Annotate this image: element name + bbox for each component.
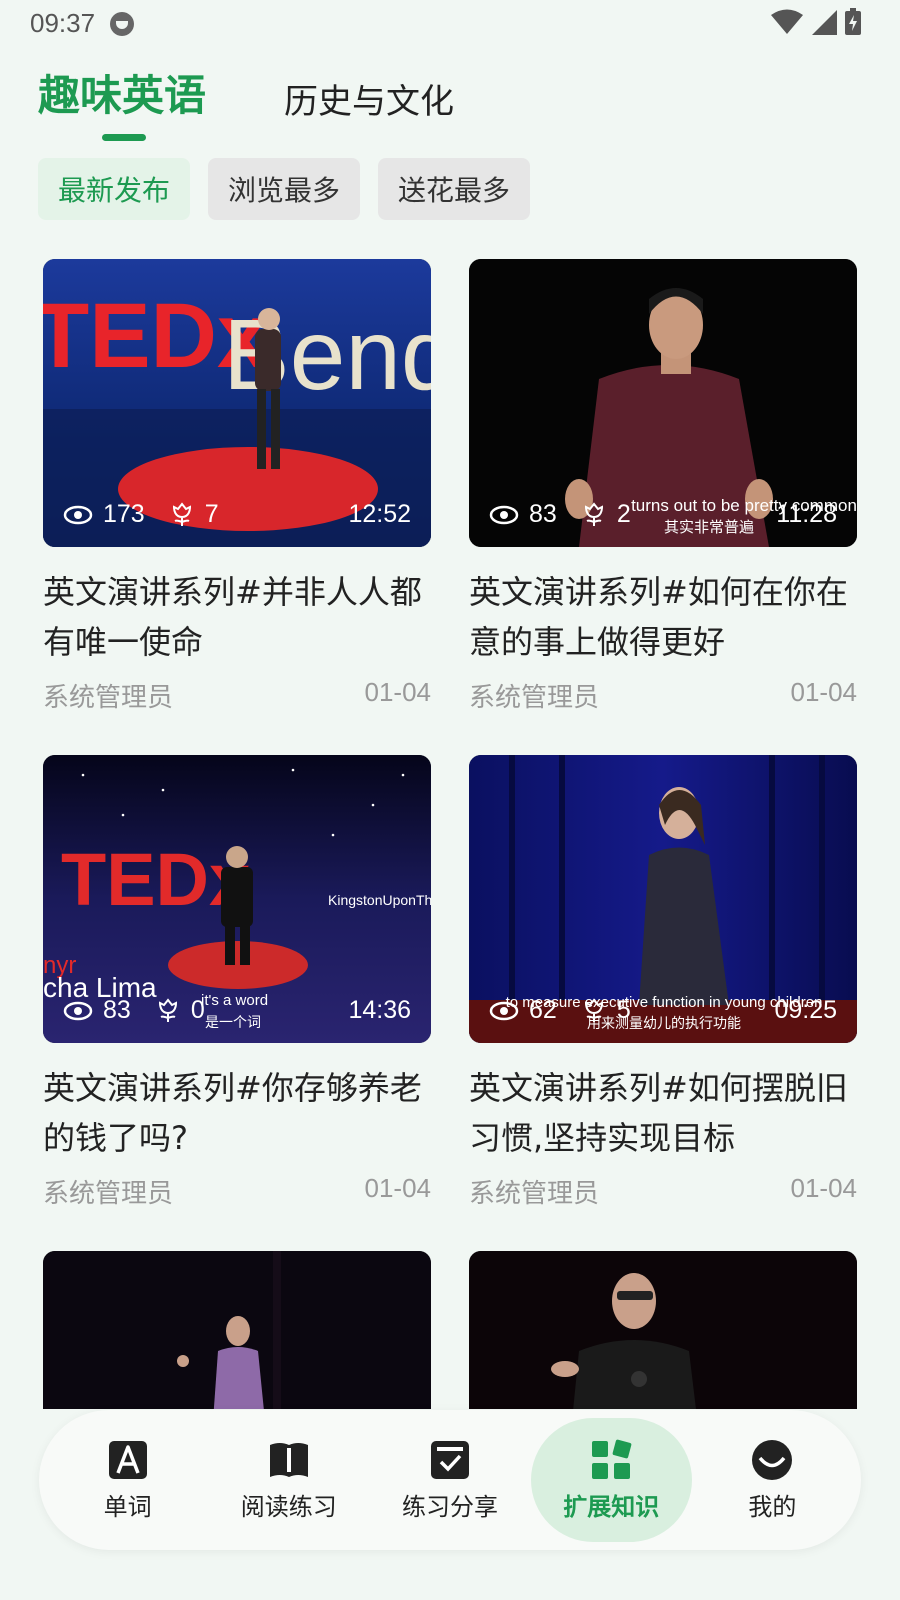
view-count: 62 — [529, 996, 557, 1024]
filter-latest[interactable]: 最新发布 — [38, 158, 191, 220]
video-author: 系统管理员 — [43, 1179, 174, 1209]
nav-reading-practice[interactable]: 阅读练习 — [208, 1418, 369, 1542]
nav-label: 我的 — [748, 1492, 797, 1521]
video-stats: 62 5 09:25 — [489, 996, 837, 1025]
video-thumbnail[interactable]: TEDx KingstonUponThames nyr cha Lima it'… — [43, 755, 431, 1043]
speaker-scene-image — [43, 1251, 431, 1409]
video-thumbnail[interactable] — [469, 1251, 857, 1409]
video-stats: 83 0 14:36 — [63, 996, 411, 1025]
video-thumbnail[interactable]: TEDx Bend 173 7 12:52 — [43, 259, 431, 547]
video-grid: TEDx Bend 173 7 12:52 英文演讲系列#并非人人都有唯一使命 … — [43, 259, 857, 1409]
video-card[interactable]: TEDx KingstonUponThames nyr cha Lima it'… — [43, 755, 431, 1210]
flower-count: 2 — [616, 500, 631, 528]
eye-icon — [63, 1001, 93, 1020]
filter-most-viewed[interactable]: 浏览最多 — [208, 158, 361, 220]
svg-text:Bend: Bend — [223, 299, 431, 411]
video-author: 系统管理员 — [469, 683, 600, 713]
video-card[interactable] — [469, 1251, 857, 1409]
video-card[interactable] — [43, 1251, 431, 1409]
flower-icon — [172, 501, 191, 526]
grid-blocks-icon — [592, 1439, 632, 1479]
video-meta: 系统管理员 01-04 — [43, 1173, 431, 1210]
active-tab-indicator — [102, 134, 146, 141]
eye-icon — [489, 505, 519, 524]
flower-count: 5 — [616, 996, 631, 1024]
video-meta: 系统管理员 01-04 — [469, 677, 857, 714]
svg-text:KingstonUponThames: KingstonUponThames — [328, 892, 431, 908]
view-count: 83 — [103, 996, 131, 1024]
eye-icon — [63, 505, 93, 524]
video-author: 系统管理员 — [469, 1179, 600, 1209]
video-card[interactable]: turns out to be pretty common 其实非常普遍 83 … — [469, 259, 857, 714]
nav-label: 阅读练习 — [240, 1492, 337, 1521]
speaker-scene-image — [469, 1251, 857, 1409]
status-time: 09:37 — [30, 8, 96, 38]
nav-label: 单词 — [103, 1492, 152, 1521]
nav-mine[interactable]: 我的 — [692, 1418, 853, 1542]
bottom-navigation: 单词 阅读练习 练习分享 扩展知识 我的 — [39, 1410, 861, 1550]
video-duration: 09:25 — [774, 996, 837, 1024]
flower-count: 0 — [190, 996, 205, 1024]
video-title[interactable]: 英文演讲系列#并非人人都有唯一使命 — [43, 567, 431, 667]
video-card[interactable]: to measure executive function in young c… — [469, 755, 857, 1210]
status-bar: 09:37 — [0, 0, 900, 46]
open-book-icon — [269, 1442, 308, 1477]
tab-fun-english[interactable]: 趣味英语 — [38, 62, 206, 123]
video-title[interactable]: 英文演讲系列#如何摆脱旧习惯,坚持实现目标 — [469, 1063, 857, 1163]
video-thumbnail[interactable] — [43, 1251, 431, 1409]
category-tabs: 趣味英语 历史与文化 — [38, 62, 454, 123]
video-title[interactable]: 英文演讲系列#如何在你在意的事上做得更好 — [469, 567, 857, 667]
letter-a-icon — [108, 1440, 147, 1479]
wifi-icon — [771, 9, 803, 34]
video-date: 01-04 — [790, 1173, 858, 1203]
flower-icon — [584, 997, 603, 1022]
video-thumbnail[interactable]: to measure executive function in young c… — [469, 755, 857, 1043]
sort-filters: 最新发布 浏览最多 送花最多 — [38, 158, 531, 220]
video-date: 01-04 — [790, 677, 858, 707]
video-thumbnail[interactable]: turns out to be pretty common 其实非常普遍 83 … — [469, 259, 857, 547]
video-duration: 14:36 — [348, 996, 411, 1024]
nav-words[interactable]: 单词 — [47, 1418, 208, 1542]
video-meta: 系统管理员 01-04 — [469, 1173, 857, 1210]
video-stats: 173 7 12:52 — [63, 500, 411, 529]
signal-icon — [812, 10, 837, 35]
video-card[interactable]: TEDx Bend 173 7 12:52 英文演讲系列#并非人人都有唯一使命 … — [43, 259, 431, 714]
video-date: 01-04 — [364, 1173, 432, 1203]
eye-icon — [489, 1001, 519, 1020]
nav-label: 扩展知识 — [563, 1492, 660, 1521]
video-duration: 12:52 — [348, 500, 411, 528]
app-notification-icon — [110, 12, 134, 36]
video-title[interactable]: 英文演讲系列#你存够养老的钱了吗? — [43, 1063, 431, 1163]
check-box-icon — [431, 1440, 469, 1479]
video-date: 01-04 — [364, 677, 432, 707]
view-count: 173 — [103, 500, 145, 528]
battery-charging-icon — [845, 8, 861, 35]
status-icons — [770, 8, 862, 36]
flower-icon — [158, 997, 177, 1022]
video-author: 系统管理员 — [43, 683, 174, 713]
video-meta: 系统管理员 01-04 — [43, 677, 431, 714]
flower-count: 7 — [204, 500, 219, 528]
video-stats: 83 2 11:28 — [489, 500, 837, 529]
flower-icon — [584, 501, 603, 526]
nav-practice-share[interactable]: 练习分享 — [369, 1418, 530, 1542]
view-count: 83 — [529, 500, 557, 528]
tab-history-culture[interactable]: 历史与文化 — [284, 74, 454, 123]
smile-icon — [752, 1439, 793, 1480]
nav-label: 练习分享 — [402, 1492, 498, 1521]
filter-most-flowers[interactable]: 送花最多 — [378, 158, 531, 220]
nav-extended-knowledge[interactable]: 扩展知识 — [530, 1418, 692, 1542]
video-duration: 11:28 — [776, 500, 837, 528]
